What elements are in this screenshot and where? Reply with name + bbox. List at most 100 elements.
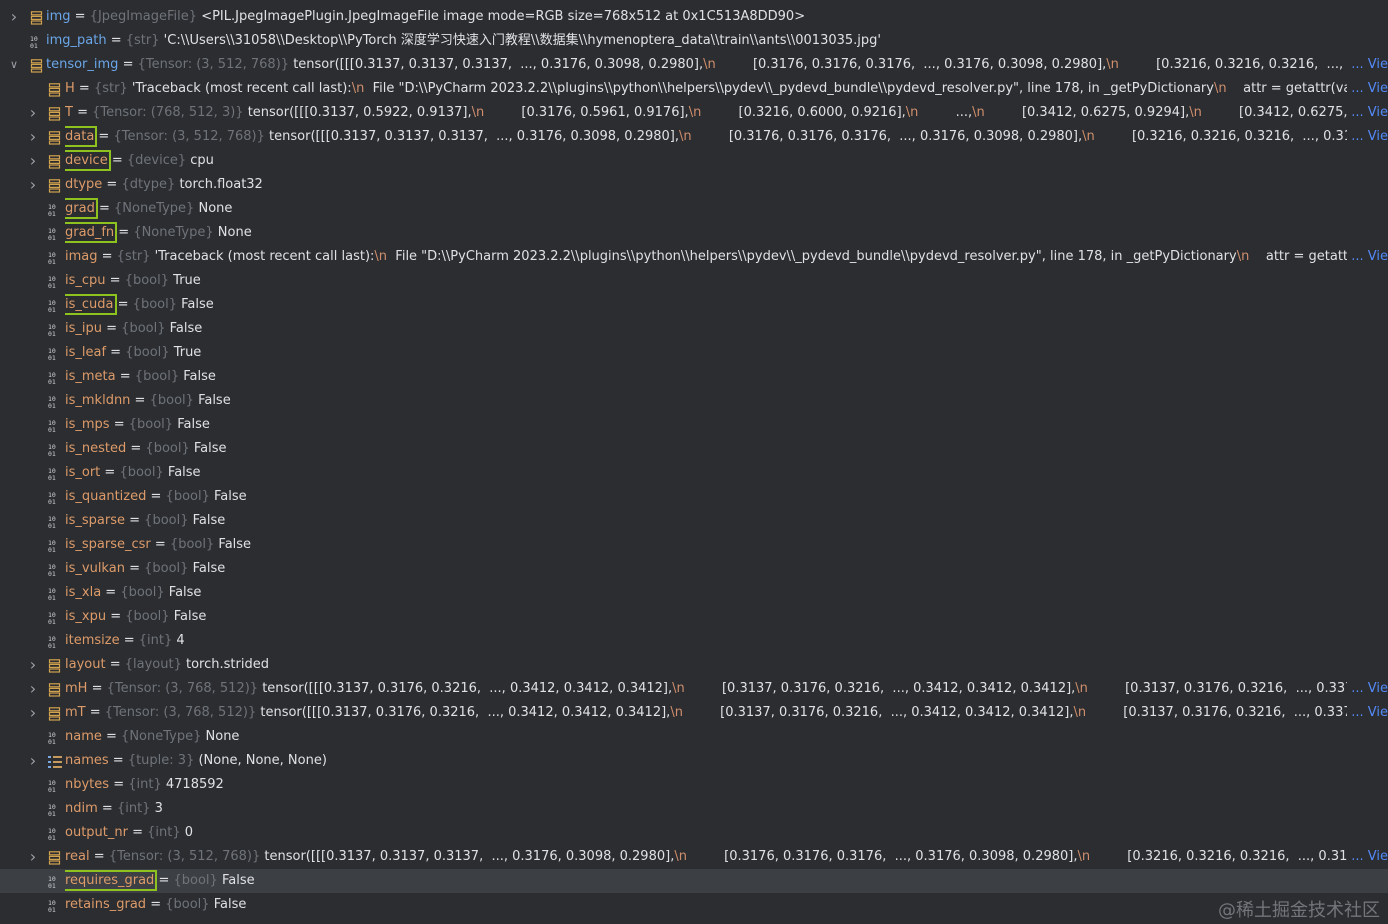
equals-sign: = xyxy=(109,777,129,792)
variable-row-h[interactable]: H = {str} 'Traceback (most recent call l… xyxy=(0,77,1388,101)
equals-sign: = xyxy=(85,705,105,720)
variable-line: grad = {NoneType} None xyxy=(65,197,1388,221)
chevron-right-icon[interactable]: › xyxy=(8,5,20,29)
view-link[interactable]: ... Vie xyxy=(1347,53,1388,77)
variable-value: False xyxy=(173,609,207,624)
variable-line: is_quantized = {bool} False xyxy=(65,485,1388,509)
equals-sign: = xyxy=(106,609,126,624)
variable-row-dtype[interactable]: › dtype = {dtype} torch.float32 xyxy=(0,173,1388,197)
chevron-down-icon[interactable]: ∨ xyxy=(8,53,20,77)
view-link[interactable]: ... Vie xyxy=(1347,845,1388,869)
variable-row-imag[interactable]: 10 01 imag = {str} 'Traceback (most recent… xyxy=(0,245,1388,269)
primitive-value-icon: 10 01 xyxy=(30,34,44,50)
view-link[interactable]: ... Vie xyxy=(1347,701,1388,725)
newline-escape: \n xyxy=(1075,681,1088,696)
object-stack-icon xyxy=(48,706,62,721)
variable-row-name[interactable]: 10 01 name = {NoneType} None xyxy=(0,725,1388,749)
variable-row-output-nr[interactable]: 10 01 output_nr = {int} 0 xyxy=(0,821,1388,845)
view-link[interactable]: ... Vie xyxy=(1347,245,1388,269)
variable-row-grad[interactable]: 10 01 grad = {NoneType} None xyxy=(0,197,1388,221)
variable-row-itemsize[interactable]: 10 01 itemsize = {int} 4 xyxy=(0,629,1388,653)
variable-row-img[interactable]: › img = {JpegImageFile} <PIL.JpegImagePlu… xyxy=(0,5,1388,29)
variable-value: False xyxy=(192,513,226,528)
variable-name: img xyxy=(46,9,71,24)
variable-row-device[interactable]: › device = {device} cpu xyxy=(0,149,1388,173)
variable-row-names[interactable]: › names = {tuple: 3} (None, None, None) xyxy=(0,749,1388,773)
variable-row-layout[interactable]: › layout = {layout} torch.strided xyxy=(0,653,1388,677)
svg-text:01: 01 xyxy=(48,810,56,817)
variable-value: 'Traceback (most recent call last):\n Fi… xyxy=(132,81,1388,96)
variable-row-is-ort[interactable]: 10 01 is_ort = {bool} False xyxy=(0,461,1388,485)
variable-row-is-sparse[interactable]: 10 01 is_sparse = {bool} False xyxy=(0,509,1388,533)
view-link[interactable]: ... Vie xyxy=(1347,125,1388,149)
newline-escape: \n xyxy=(670,705,683,720)
variable-row-data[interactable]: › data = {Tensor: (3, 512, 768)} tensor([… xyxy=(0,125,1388,149)
equals-sign: = xyxy=(106,33,126,48)
equals-sign: = xyxy=(126,441,146,456)
view-link[interactable]: ... Vie xyxy=(1347,77,1388,101)
variable-row-is-ipu[interactable]: 10 01 is_ipu = {bool} False xyxy=(0,317,1388,341)
variable-row-is-xpu[interactable]: 10 01 is_xpu = {bool} False xyxy=(0,605,1388,629)
variable-row-is-quantized[interactable]: 10 01 is_quantized = {bool} False xyxy=(0,485,1388,509)
svg-text:01: 01 xyxy=(48,522,56,529)
variable-line: nbytes = {int} 4718592 xyxy=(65,773,1388,797)
variable-row-real[interactable]: › real = {Tensor: (3, 512, 768)} tensor([… xyxy=(0,845,1388,869)
variable-line: retains_grad = {bool} False xyxy=(65,893,1388,917)
variable-name: device xyxy=(65,150,111,171)
chevron-right-icon[interactable]: › xyxy=(27,677,39,701)
chevron-right-icon[interactable]: › xyxy=(27,125,39,149)
variable-name: is_leaf xyxy=(65,345,107,360)
variable-type: {bool} xyxy=(132,297,177,312)
primitive-value-icon: 10 01 xyxy=(48,370,62,386)
variable-row-is-sparse-csr[interactable]: 10 01 is_sparse_csr = {bool} False xyxy=(0,533,1388,557)
variable-name: real xyxy=(65,849,90,864)
chevron-right-icon[interactable]: › xyxy=(27,149,39,173)
variable-row-is-cuda[interactable]: 10 01 is_cuda = {bool} False xyxy=(0,293,1388,317)
variable-row-is-mps[interactable]: 10 01 is_mps = {bool} False xyxy=(0,413,1388,437)
variable-row-mh[interactable]: › mH = {Tensor: (3, 768, 512)} tensor([[[… xyxy=(0,677,1388,701)
variable-row-mt[interactable]: › mT = {Tensor: (3, 768, 512)} tensor([[[… xyxy=(0,701,1388,725)
variable-row-tensor-img[interactable]: ∨ tensor_img = {Tensor: (3, 512, 768)} te… xyxy=(0,53,1388,77)
variable-row-is-nested[interactable]: 10 01 is_nested = {bool} False xyxy=(0,437,1388,461)
variable-value: False xyxy=(192,561,226,576)
variable-name: names xyxy=(65,753,109,768)
primitive-value-icon: 10 01 xyxy=(48,226,62,242)
variable-value: tensor([[[0.3137, 0.3176, 0.3216, ..., 0… xyxy=(260,705,1388,720)
variable-row-nbytes[interactable]: 10 01 nbytes = {int} 4718592 xyxy=(0,773,1388,797)
variable-row-retains-grad[interactable]: 10 01 retains_grad = {bool} False xyxy=(0,893,1388,917)
variable-row-is-leaf[interactable]: 10 01 is_leaf = {bool} True xyxy=(0,341,1388,365)
chevron-right-icon[interactable]: › xyxy=(27,749,39,773)
variable-row-grad-fn[interactable]: 10 01 grad_fn = {NoneType} None xyxy=(0,221,1388,245)
variable-name: is_ipu xyxy=(65,321,102,336)
primitive-value-icon: 10 01 xyxy=(48,298,62,314)
variable-value: False xyxy=(181,297,214,312)
variable-row-ndim[interactable]: 10 01 ndim = {int} 3 xyxy=(0,797,1388,821)
variable-row-is-meta[interactable]: 10 01 is_meta = {bool} False xyxy=(0,365,1388,389)
view-link[interactable]: ... Vie xyxy=(1347,101,1388,125)
chevron-right-icon[interactable]: › xyxy=(27,101,39,125)
newline-escape: \n xyxy=(674,849,687,864)
variable-row-t[interactable]: › T = {Tensor: (768, 512, 3)} tensor([[[0… xyxy=(0,101,1388,125)
variable-row-is-cpu[interactable]: 10 01 is_cpu = {bool} True xyxy=(0,269,1388,293)
variable-value: False xyxy=(168,585,202,600)
variable-name: layout xyxy=(65,657,106,672)
variable-value: 0 xyxy=(184,825,194,840)
chevron-right-icon[interactable]: › xyxy=(27,845,39,869)
chevron-right-icon[interactable]: › xyxy=(27,173,39,197)
variable-name: is_sparse_csr xyxy=(65,537,151,552)
chevron-right-icon[interactable]: › xyxy=(27,653,39,677)
variable-value: False xyxy=(167,465,201,480)
variable-type: {NoneType} xyxy=(133,225,214,240)
view-link[interactable]: ... Vie xyxy=(1347,677,1388,701)
variable-row-is-vulkan[interactable]: 10 01 is_vulkan = {bool} False xyxy=(0,557,1388,581)
variable-row-is-xla[interactable]: 10 01 is_xla = {bool} False xyxy=(0,581,1388,605)
chevron-right-icon[interactable]: › xyxy=(27,701,39,725)
variable-value: None xyxy=(205,729,240,744)
variable-row-requires-grad[interactable]: 10 01 requires_grad = {bool} False xyxy=(0,869,1388,893)
variable-name: is_sparse xyxy=(65,513,125,528)
variable-row-is-mkldnn[interactable]: 10 01 is_mkldnn = {bool} False xyxy=(0,389,1388,413)
variable-value: False xyxy=(198,393,231,408)
variable-row-img-path[interactable]: 10 01 img_path = {str} 'C:\\Users\\31058\\… xyxy=(0,29,1388,53)
svg-text:01: 01 xyxy=(48,738,56,745)
variable-line: tensor_img = {Tensor: (3, 512, 768)} ten… xyxy=(46,53,1388,77)
